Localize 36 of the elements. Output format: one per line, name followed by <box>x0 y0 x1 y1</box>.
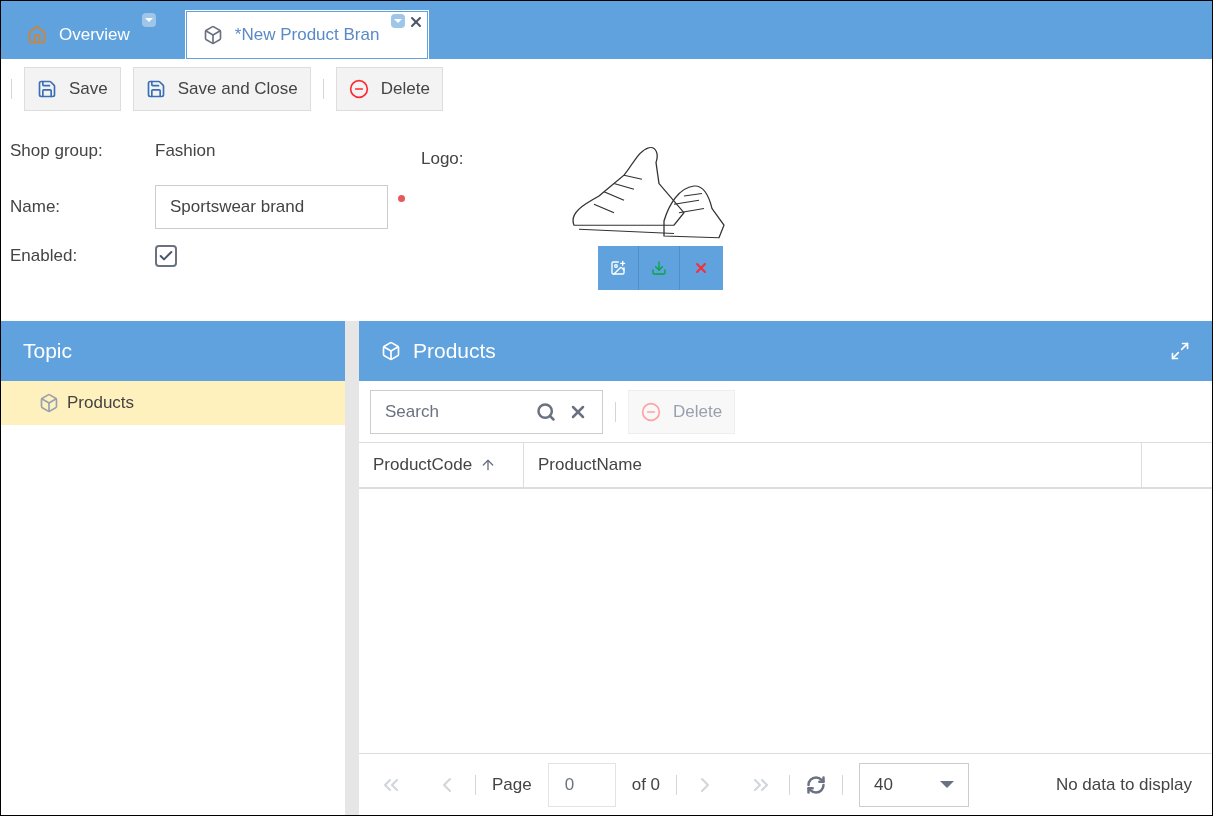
field-label: Logo: <box>421 148 464 170</box>
toolbar-button[interactable]: Save and Close <box>132 67 311 111</box>
dropdown-icon[interactable] <box>141 13 156 27</box>
enabled-checkbox[interactable] <box>155 244 177 267</box>
column-header[interactable]: ProductCode <box>359 443 524 487</box>
cube-icon <box>39 393 59 413</box>
panel-header: Topic <box>1 321 345 381</box>
expand-icon[interactable] <box>1170 341 1190 361</box>
search-icon[interactable] <box>536 401 556 422</box>
page-label: Page <box>492 773 532 796</box>
caret-icon <box>940 781 955 788</box>
add-image-icon <box>609 260 626 276</box>
cube-icon <box>202 25 223 45</box>
column-header[interactable]: ProductName <box>524 443 1142 487</box>
status-text: No data to display <box>1055 773 1192 796</box>
page-input[interactable]: 0 <box>547 762 616 807</box>
search-field[interactable]: Search <box>370 389 603 434</box>
tree-item[interactable]: Products <box>1 381 345 425</box>
tab[interactable]: *New Product Bran <box>185 11 429 59</box>
refresh-icon[interactable] <box>806 774 827 795</box>
field-label: Enabled: <box>10 245 79 267</box>
house-icon <box>27 25 47 45</box>
toolbar-button[interactable]: Delete <box>335 67 443 111</box>
minus-circle-icon <box>641 401 661 422</box>
search-input[interactable]: Search <box>385 398 524 425</box>
minus-circle-icon <box>348 79 369 99</box>
name-input[interactable]: Sportswear brand <box>155 185 388 229</box>
toolbar-button[interactable]: Save <box>24 67 121 111</box>
field-label: Shop group: <box>10 140 104 163</box>
download-icon <box>650 260 667 276</box>
cube-icon <box>381 341 401 361</box>
page-size-select[interactable]: 40 <box>859 762 970 807</box>
panel-title: Products <box>413 338 497 365</box>
field-value: Fashion <box>155 140 216 163</box>
page-count: of 0 <box>631 773 661 796</box>
field-label: Name: <box>10 196 62 219</box>
